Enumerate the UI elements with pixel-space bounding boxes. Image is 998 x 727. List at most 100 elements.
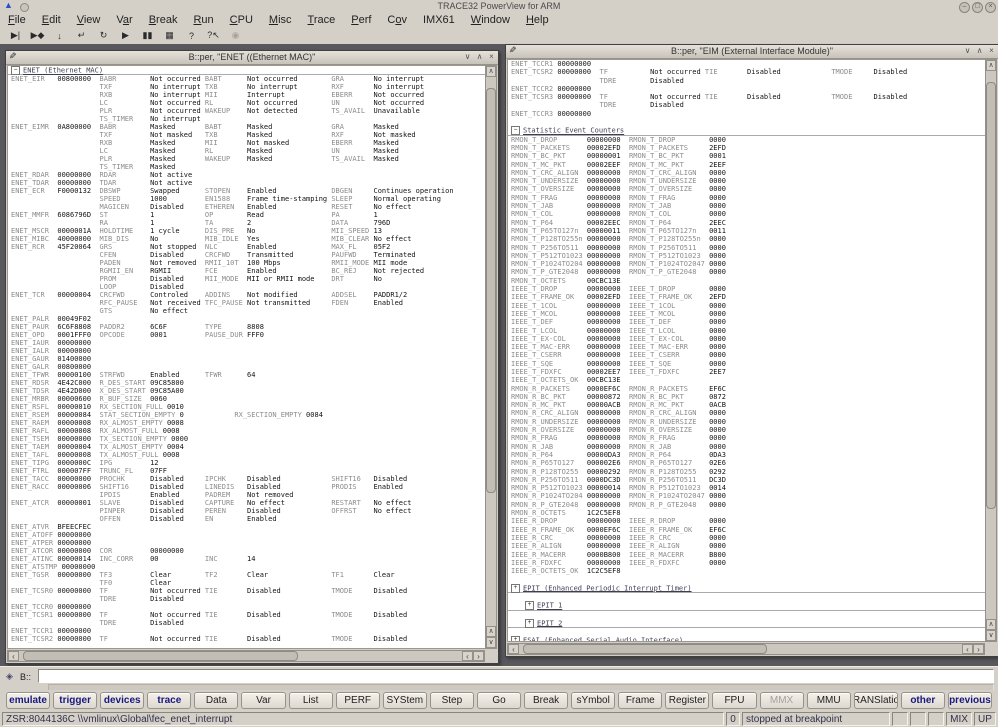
expand-icon[interactable]: +	[525, 618, 534, 628]
register-row[interactable]: TDRE Disabled	[508, 101, 985, 109]
horizontal-scrollbar[interactable]: ‹ ‹ ›	[7, 650, 485, 662]
counter-row[interactable]: IEEE_T_CSERR 00000000 IEEE_T_CSERR 0000	[508, 351, 985, 359]
step-into-icon[interactable]: ↓	[50, 28, 69, 44]
register-row[interactable]: ENET_ATCR 00000001 SLAVE Disabled CAPTUR…	[8, 499, 485, 507]
register-row[interactable]: ENET_MIBC 40000000 MIB_DIS No MIB_IDLE Y…	[8, 235, 485, 243]
softkey-frame[interactable]: Frame	[618, 692, 663, 709]
chevron-down-icon[interactable]: ∨	[963, 46, 972, 55]
vertical-scrollbar[interactable]: ∧ ∧ ∨	[985, 59, 997, 642]
scroll-left-icon[interactable]: ‹	[508, 644, 519, 654]
vertical-scroll-thumb[interactable]	[486, 87, 496, 494]
register-row[interactable]: ENET_MRBR 00000600 R_BUF_SIZE 0060	[8, 395, 485, 403]
counter-row[interactable]: RMON_R_OVERSIZE 00000000 RMON_R_OVERSIZE…	[508, 426, 985, 434]
menu-edit[interactable]: Edit	[40, 14, 69, 26]
menu-trace[interactable]: Trace	[306, 14, 344, 26]
register-row[interactable]: ENET_ATINC 00000014 INC_CORR 00 INC 14	[8, 555, 485, 563]
break-icon[interactable]: ▮▮	[138, 28, 157, 44]
menu-help[interactable]: Help	[524, 14, 557, 26]
counter-row[interactable]: RMON_R_P128TO255 00000292 RMON_R_P128TO2…	[508, 468, 985, 476]
counter-row[interactable]: IEEE_R_ALIGN 00000000 IEEE_R_ALIGN 0000	[508, 542, 985, 550]
register-row[interactable]: ENET_TCR 00000004 CRCFWD Controled ADDIN…	[8, 291, 485, 299]
register-row[interactable]: PLR Masked WAKEUP Masked TS_AVAIL Masked	[8, 155, 485, 163]
register-row[interactable]: ENET_TSEM 00000000 TX_SECTION_EMPTY 0000	[8, 435, 485, 443]
counter-row[interactable]: RMON_T_DROP 00000000 RMON_T_DROP 0000	[508, 136, 985, 144]
register-row[interactable]: ENET_ECR F0000132 DBSWP Swapped STOPEN E…	[8, 187, 485, 195]
register-row[interactable]: ENET_TAFL 00000008 TX_ALMOST_FULL 0008	[8, 451, 485, 459]
scroll-up-icon[interactable]: ∧	[486, 66, 496, 77]
counter-row[interactable]: RMON_R_JAB 00000000 RMON_R_JAB 0000	[508, 443, 985, 451]
register-row[interactable]: TXF Not masked TXB Masked RXF Not masked	[8, 131, 485, 139]
register-row[interactable]: ENET_RAFL 00000008 RX_ALMOST_FULL 0008	[8, 427, 485, 435]
counter-row[interactable]: RMON_T_CRC_ALIGN 00000000 RMON_T_CRC_ALI…	[508, 169, 985, 177]
register-row[interactable]: PINPER Disabled PEREN Disabled OFFRST No…	[8, 507, 485, 515]
softkey-step[interactable]: Step	[429, 692, 474, 709]
counter-row[interactable]: RMON_T_P64 00002EEC RMON_T_P64 2EEC	[508, 219, 985, 227]
counter-row[interactable]: RMON_R_P_GTE2048 00000000 RMON_R_P_GTE20…	[508, 501, 985, 509]
scroll-left-icon[interactable]: ‹	[8, 651, 19, 661]
register-row[interactable]: ENET_ATOFF 00000000	[8, 531, 485, 539]
register-row[interactable]: ENET_RDAR 00000000 RDAR Not active	[8, 171, 485, 179]
register-row[interactable]: ENET_TDSR 4E42D000 X_DES_START 09C85A00	[8, 387, 485, 395]
register-row[interactable]: TS_TIMER No interrupt	[8, 115, 485, 123]
register-row[interactable]: ENET_IAUR 00000000	[8, 339, 485, 347]
register-row[interactable]: LOOP Disabled	[8, 283, 485, 291]
counter-row[interactable]: RMON_T_JAB 00000000 RMON_T_JAB 0000	[508, 202, 985, 210]
expand-icon[interactable]: +	[511, 583, 520, 593]
section-link[interactable]: ESAI (Enhanced Serial Audio Interface)	[523, 637, 683, 641]
section-link[interactable]: EPIT 1	[537, 602, 562, 610]
section-link[interactable]: ENET (Ethernet MAC)	[23, 67, 103, 75]
softkey-break[interactable]: Break	[524, 692, 569, 709]
register-row[interactable]: ENET_TCCR2 00000000	[508, 85, 985, 93]
counter-row[interactable]: RMON_R_P1024TO204 00000000 RMON_R_P1024T…	[508, 492, 985, 500]
counter-row[interactable]: IEEE_T_DROP 00000000 IEEE_T_DROP 0000	[508, 285, 985, 293]
register-row[interactable]: ENET_TIPG 0000000C IPG 12	[8, 459, 485, 467]
register-row[interactable]: ENET_RSEM 00000084 STAT_SECTION_EMPTY 0 …	[8, 411, 485, 419]
window-title-bar[interactable]: ✎ B::per, "ENET ((Ethernet MAC)" ∨ ∧ ×	[6, 51, 498, 65]
softkey-emulate[interactable]: emulate	[6, 692, 51, 709]
register-row[interactable]: ENET_ATPER 00000000	[8, 539, 485, 547]
menu-imx61[interactable]: IMX61	[421, 14, 463, 26]
counter-row[interactable]: RMON_T_P65TO127n 00000011 RMON_T_P65TO12…	[508, 227, 985, 235]
counter-row[interactable]: IEEE_R_FRAME_OK 0000EF6C IEEE_R_FRAME_OK…	[508, 526, 985, 534]
scroll-up-icon[interactable]: ∧	[986, 60, 996, 71]
counter-row[interactable]: IEEE_R_DROP 00000000 IEEE_R_DROP 0000	[508, 517, 985, 525]
counter-row[interactable]: IEEE_T_LCOL 00000000 IEEE_T_LCOL 0000	[508, 327, 985, 335]
softkey-trigger[interactable]: trigger	[53, 692, 98, 709]
window-eim-per[interactable]: ✎ B::per, "EIM (External Interface Modul…	[505, 44, 998, 657]
softkey-translation[interactable]: TRANSlation	[853, 692, 898, 709]
menu-var[interactable]: Var	[114, 14, 140, 26]
counter-row[interactable]: IEEE_T_FRAME_OK 00002EFD IEEE_T_FRAME_OK…	[508, 293, 985, 301]
register-row[interactable]: ENET_TCCR3 00000000	[508, 110, 985, 118]
register-row[interactable]: TDRE Disabled	[508, 77, 985, 85]
counter-row[interactable]: RMON_R_OCTETS 1C2C5EF8	[508, 509, 985, 517]
counter-row[interactable]: RMON_R_PACKETS 0000EF6C RMON_R_PACKETS E…	[508, 385, 985, 393]
counter-row[interactable]: IEEE_R_FDXFC 00000000 IEEE_R_FDXFC 0000	[508, 559, 985, 567]
register-row[interactable]: RXB No interrupt MII Interrupt EBERR Not…	[8, 91, 485, 99]
counter-row[interactable]: RMON_T_PACKETS 00002EFD RMON_T_PACKETS 2…	[508, 144, 985, 152]
counter-row[interactable]: RMON_R_P256TO511 0000DC3D RMON_R_P256TO5…	[508, 476, 985, 484]
register-row[interactable]: ENET_TACC 00000000 PROCHK Disabled IPCHK…	[8, 475, 485, 483]
counter-row[interactable]: IEEE_T_FDXFC 00002EE7 IEEE_T_FDXFC 2EE7	[508, 368, 985, 376]
counter-row[interactable]: RMON_T_MC_PKT 00002EEF RMON_T_MC_PKT 2EE…	[508, 161, 985, 169]
counter-row[interactable]: RMON_R_MC_PKT 00000ACB RMON_R_MC_PKT 0AC…	[508, 401, 985, 409]
chevron-up-icon[interactable]: ∧	[475, 52, 484, 61]
scroll-right-icon[interactable]: ›	[973, 644, 984, 654]
counter-row[interactable]: RMON_T_UNDERSIZE 00000000 RMON_T_UNDERSI…	[508, 177, 985, 185]
menu-misc[interactable]: Misc	[267, 14, 300, 26]
scroll-up2-icon[interactable]: ∧	[986, 619, 996, 630]
counter-row[interactable]: RMON_R_P512TO1023 00000014 RMON_R_P512TO…	[508, 484, 985, 492]
menu-run[interactable]: Run	[191, 14, 221, 26]
register-row[interactable]: ENET_TCSR1 00000000 TF Not occurred TIE …	[8, 611, 485, 619]
command-input[interactable]	[38, 669, 994, 683]
command-diamond-icon[interactable]: ◈	[6, 671, 13, 682]
softkey-system[interactable]: SYStem	[382, 692, 427, 709]
softkey-register[interactable]: Register	[665, 692, 710, 709]
softkey-symbol[interactable]: sYmbol	[571, 692, 616, 709]
window-title-bar[interactable]: ✎ B::per, "EIM (External Interface Modul…	[506, 45, 998, 59]
softkey-devices[interactable]: devices	[100, 692, 145, 709]
register-row[interactable]: ENET_RAEM 00000008 RX_ALMOST_EMPTY 0008	[8, 419, 485, 427]
register-row[interactable]: ENET_GAUR 01400000	[8, 355, 485, 363]
counter-row[interactable]: RMON_R_BC_PKT 00000872 RMON_R_BC_PKT 087…	[508, 393, 985, 401]
register-row[interactable]: ENET_RSFL 00000010 RX_SECTION_FULL 0010	[8, 403, 485, 411]
register-row[interactable]: MAGICEN Disabled ETHEREN Enabled RESET N…	[8, 203, 485, 211]
